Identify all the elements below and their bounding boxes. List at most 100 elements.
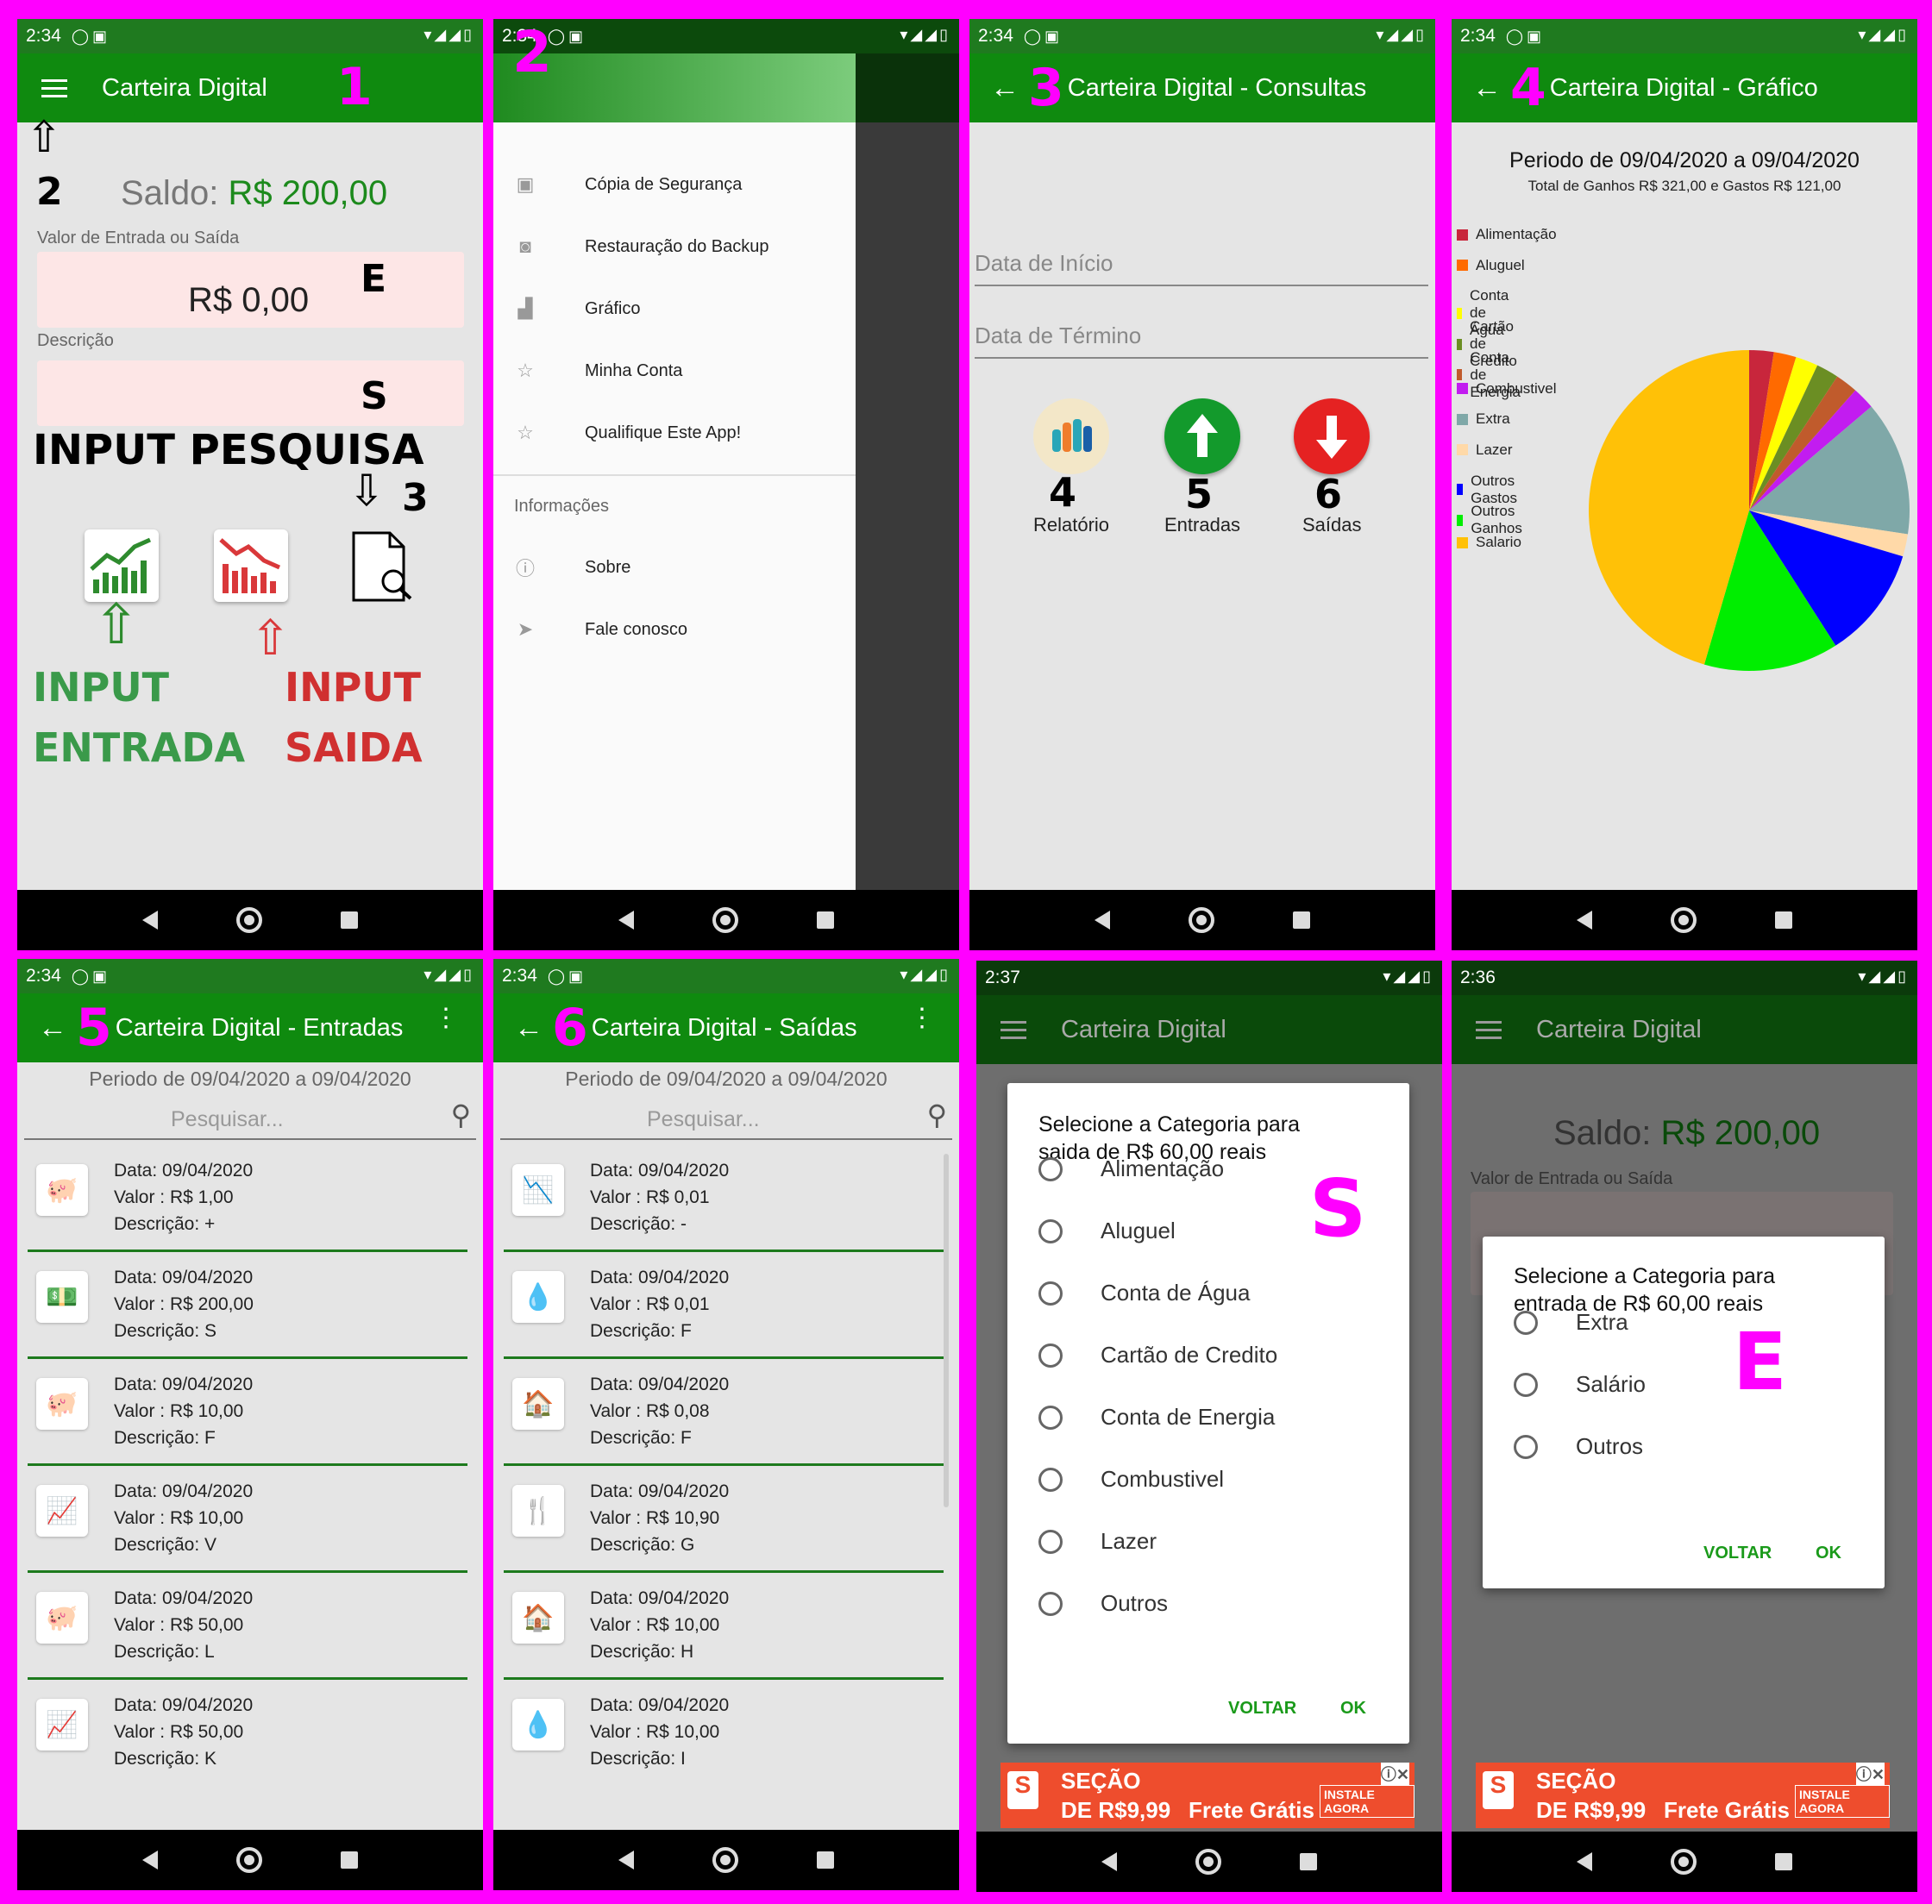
drawer-item-fale-conosco[interactable]: ➤ Fale conosco xyxy=(493,604,856,655)
radio-button[interactable] xyxy=(1038,1156,1063,1181)
home-nav-icon[interactable] xyxy=(1188,907,1214,933)
search-icon[interactable]: ⚲ xyxy=(927,1099,947,1131)
radio-button[interactable] xyxy=(1514,1434,1538,1459)
home-nav-icon[interactable] xyxy=(1670,907,1697,933)
back-arrow-icon[interactable]: ← xyxy=(514,1012,543,1045)
voltar-button[interactable]: VOLTAR xyxy=(1228,1699,1296,1719)
entradas-button[interactable] xyxy=(1164,398,1240,474)
back-nav-icon[interactable] xyxy=(1577,1852,1593,1871)
recents-nav-icon[interactable] xyxy=(1774,1853,1792,1870)
option-radio[interactable]: Cartão de Credito xyxy=(1038,1342,1277,1368)
list-item[interactable]: 🏠 Data: 09/04/2020 Valor : R$ 10,00 Descriç… xyxy=(504,1573,944,1680)
option-radio[interactable]: Salário xyxy=(1514,1371,1646,1398)
recents-nav-icon[interactable] xyxy=(1774,911,1792,929)
list-item[interactable]: 🐖 Data: 09/04/2020 Valor : R$ 10,00 Descriç… xyxy=(28,1359,467,1466)
entrada-button[interactable] xyxy=(85,529,159,602)
radio-button[interactable] xyxy=(1038,1218,1063,1243)
recents-nav-icon[interactable] xyxy=(1292,911,1310,929)
drawer-item-backup[interactable]: ▣ Cópia de Segurança xyxy=(493,159,856,210)
home-nav-icon[interactable] xyxy=(712,1847,738,1873)
home-nav-icon[interactable] xyxy=(235,1847,262,1873)
ad-install[interactable]: INSTALE AGORA xyxy=(1320,1785,1414,1818)
option-radio[interactable]: Combustivel xyxy=(1038,1466,1224,1493)
list-item[interactable]: 🐖 Data: 09/04/2020 Valor : R$ 50,00 Descriç… xyxy=(28,1573,467,1680)
home-nav-icon[interactable] xyxy=(1670,1849,1697,1875)
descricao-input[interactable]: S xyxy=(37,360,464,426)
ok-button[interactable]: OK xyxy=(1340,1699,1366,1719)
list-item[interactable]: 📉 Data: 09/04/2020 Valor : R$ 0,01 Descriçã… xyxy=(504,1145,944,1252)
more-options-icon[interactable]: ⋮ xyxy=(909,1005,935,1031)
back-nav-icon[interactable] xyxy=(142,911,159,930)
hamburger-menu-icon[interactable] xyxy=(1476,1016,1502,1044)
list-item[interactable]: 💵 Data: 09/04/2020 Valor : R$ 200,00 Descri… xyxy=(28,1252,467,1359)
option-radio[interactable]: Extra xyxy=(1514,1309,1628,1336)
home-nav-icon[interactable] xyxy=(1195,1849,1221,1875)
option-radio[interactable]: Conta de Energia xyxy=(1038,1404,1275,1431)
back-nav-icon[interactable] xyxy=(1101,1852,1118,1871)
data-inicio-input[interactable]: Data de Início xyxy=(975,250,1428,286)
back-arrow-icon[interactable]: ← xyxy=(990,72,1019,105)
recents-nav-icon[interactable] xyxy=(340,911,358,929)
valor-input[interactable]: R$ 0,00 E xyxy=(37,252,464,328)
option-radio[interactable]: Conta de Água xyxy=(1038,1280,1250,1306)
list-item[interactable]: 🏠 Data: 09/04/2020 Valor : R$ 0,08 Descriçã… xyxy=(504,1359,944,1466)
recents-nav-icon[interactable] xyxy=(340,1851,358,1869)
radio-button[interactable] xyxy=(1038,1343,1063,1368)
ok-button[interactable]: OK xyxy=(1816,1544,1841,1563)
hamburger-menu-icon[interactable] xyxy=(41,74,67,103)
list-item[interactable]: 📈 Data: 09/04/2020 Valor : R$ 10,00 Descriç… xyxy=(28,1466,467,1573)
option-radio[interactable]: Lazer xyxy=(1038,1528,1157,1555)
back-nav-icon[interactable] xyxy=(618,1851,635,1870)
search-icon[interactable]: ⚲ xyxy=(451,1099,471,1131)
drawer-item-minha-conta[interactable]: ☆ Minha Conta xyxy=(493,345,856,397)
list-item[interactable]: 🐖 Data: 09/04/2020 Valor : R$ 1,00 Descriçã… xyxy=(28,1145,467,1252)
list-item[interactable]: 🍴 Data: 09/04/2020 Valor : R$ 10,90 Descriç… xyxy=(504,1466,944,1573)
pesquisa-button[interactable] xyxy=(347,529,421,604)
search-input[interactable]: Pesquisar... ⚲ xyxy=(500,1099,952,1140)
saidas-button[interactable] xyxy=(1294,398,1370,474)
more-options-icon[interactable]: ⋮ xyxy=(433,1005,459,1031)
back-nav-icon[interactable] xyxy=(1577,911,1593,930)
ad-close-icon[interactable]: ⓘ✕ xyxy=(1855,1763,1885,1785)
hamburger-menu-icon[interactable] xyxy=(1000,1016,1026,1044)
option-label: Outros xyxy=(1101,1590,1169,1616)
ad-banner[interactable]: S SEÇÃO DE R$9,99 Frete Grátis INSTALE A… xyxy=(1000,1763,1414,1828)
option-radio[interactable]: Aluguel xyxy=(1038,1218,1176,1244)
data-termino-input[interactable]: Data de Término xyxy=(975,323,1428,359)
drawer-item-sobre[interactable]: ⓘ Sobre xyxy=(493,542,856,593)
ad-install[interactable]: INSTALE AGORA xyxy=(1795,1785,1890,1818)
back-nav-icon[interactable] xyxy=(1095,911,1111,930)
option-radio[interactable]: Alimentação xyxy=(1038,1156,1224,1182)
saida-button[interactable] xyxy=(214,529,288,602)
scrollbar[interactable] xyxy=(944,1154,949,1507)
radio-button[interactable] xyxy=(1514,1310,1538,1335)
ad-banner[interactable]: S SEÇÃO DE R$9,99 Frete Grátis INSTALE A… xyxy=(1476,1763,1890,1828)
relatorio-button[interactable] xyxy=(1033,398,1109,474)
option-radio[interactable]: Outros xyxy=(1514,1433,1643,1460)
recents-nav-icon[interactable] xyxy=(816,1851,834,1869)
radio-button[interactable] xyxy=(1038,1529,1063,1554)
voltar-button[interactable]: VOLTAR xyxy=(1703,1544,1772,1563)
recents-nav-icon[interactable] xyxy=(816,911,834,929)
radio-button[interactable] xyxy=(1038,1591,1063,1616)
list-item[interactable]: 💧 Data: 09/04/2020 Valor : R$ 10,00 Descriç… xyxy=(504,1680,944,1769)
search-input[interactable]: Pesquisar... ⚲ xyxy=(24,1099,476,1140)
drawer-item-restore[interactable]: ◙ Restauração do Backup xyxy=(493,221,856,272)
ad-close-icon[interactable]: ⓘ✕ xyxy=(1380,1763,1409,1785)
list-item[interactable]: 💧 Data: 09/04/2020 Valor : R$ 0,01 Descriçã… xyxy=(504,1252,944,1359)
drawer-item-grafico[interactable]: ▟ Gráfico xyxy=(493,283,856,335)
option-radio[interactable]: Outros xyxy=(1038,1590,1168,1617)
back-arrow-icon[interactable]: ← xyxy=(38,1012,67,1045)
back-arrow-icon[interactable]: ← xyxy=(1472,72,1502,105)
list-item[interactable]: 📈 Data: 09/04/2020 Valor : R$ 50,00 Descriç… xyxy=(28,1680,467,1769)
drawer-item-qualifique[interactable]: ☆ Qualifique Este App! xyxy=(493,407,856,459)
home-nav-icon[interactable] xyxy=(712,907,738,933)
recents-nav-icon[interactable] xyxy=(1299,1853,1317,1870)
home-nav-icon[interactable] xyxy=(235,907,262,933)
radio-button[interactable] xyxy=(1038,1467,1063,1492)
radio-button[interactable] xyxy=(1038,1281,1063,1306)
radio-button[interactable] xyxy=(1514,1372,1538,1397)
back-nav-icon[interactable] xyxy=(142,1851,159,1870)
radio-button[interactable] xyxy=(1038,1405,1063,1430)
back-nav-icon[interactable] xyxy=(618,911,635,930)
